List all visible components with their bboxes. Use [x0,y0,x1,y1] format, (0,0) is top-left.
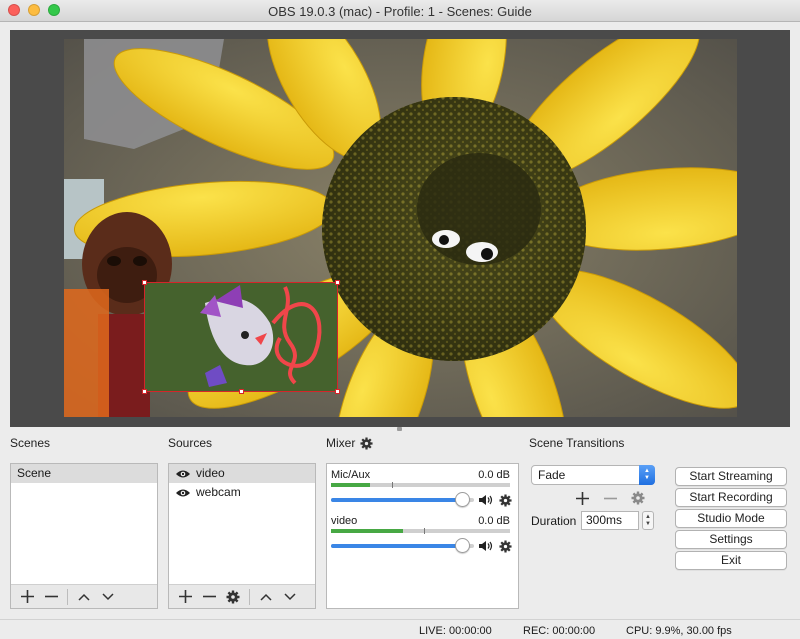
chevron-down-icon [102,592,114,600]
toolbar-divider [249,588,250,605]
scenes-list[interactable]: Scene [10,463,158,609]
speaker-icon [478,495,492,505]
preview-area [10,30,790,427]
source-properties-button[interactable] [221,586,245,608]
selection-handle[interactable] [142,389,147,394]
sources-label: Sources [168,436,213,450]
channel-name: Mic/Aux [331,469,371,481]
volume-slider-fill [331,498,463,502]
scene-item-label: Scene [17,466,52,480]
mixer-channel-mic: Mic/Aux 0.0 dB [331,469,514,508]
move-scene-up-button[interactable] [72,586,96,608]
volume-slider-knob[interactable] [455,492,471,507]
cpu-status: CPU: 9.9%, 30.00 fps [626,625,732,637]
remove-scene-button[interactable] [39,586,63,608]
add-scene-button[interactable] [15,586,39,608]
remove-transition-button[interactable] [596,487,624,509]
duration-input[interactable]: 300ms [581,511,639,530]
scenes-label: Scenes [10,436,51,450]
studio-mode-button[interactable]: Studio Mode [675,509,787,528]
add-transition-button[interactable] [568,487,596,509]
window-titlebar: OBS 19.0.3 (mac) - Profile: 1 - Scenes: … [0,0,800,22]
minus-icon [44,595,58,598]
channel-settings-button[interactable] [496,492,514,508]
speaker-icon [478,541,492,551]
eye-icon[interactable] [175,469,191,479]
transition-select-value: Fade [538,468,566,482]
start-streaming-button[interactable]: Start Streaming [675,467,787,486]
channel-settings-button[interactable] [496,538,514,554]
settings-button[interactable]: Settings [675,530,787,549]
mute-button[interactable] [476,492,494,508]
chevron-down-icon [284,592,296,600]
selection-handle[interactable] [142,280,147,285]
channel-name: video [331,515,358,527]
mute-button[interactable] [476,538,494,554]
gear-icon[interactable] [360,436,373,450]
minus-icon [202,595,216,598]
live-status: LIVE: 00:00:00 [419,625,492,637]
volume-slider-knob[interactable] [455,538,471,553]
mixer-label: Mixer [326,436,356,450]
gear-icon [498,493,512,507]
mixer-channel-video: video 0.0 dB [331,515,514,554]
channel-level: 0.0 dB [478,515,510,527]
add-source-button[interactable] [173,586,197,608]
scene-transitions-label: Scene Transitions [529,436,625,450]
sources-list[interactable]: video webcam [168,463,316,609]
gear-icon [226,590,240,603]
select-arrows-icon: ▲ ▼ [639,465,655,485]
window-title: OBS 19.0.3 (mac) - Profile: 1 - Scenes: … [268,4,532,19]
toolbar-divider [67,588,68,605]
selection-handle[interactable] [239,389,244,394]
rec-status: REC: 00:00:00 [523,625,596,637]
gear-icon [631,491,645,505]
transition-select[interactable]: Fade ▲ ▼ [531,465,655,485]
duration-label: Duration [531,514,577,528]
move-scene-down-button[interactable] [96,586,120,608]
volume-meter [331,528,510,534]
status-bar: LIVE: 00:00:00 REC: 00:00:00 CPU: 9.9%, … [0,619,800,639]
source-item-webcam[interactable]: webcam [169,483,315,502]
move-source-down-button[interactable] [278,586,302,608]
selection-handle[interactable] [335,280,340,285]
program-preview[interactable] [64,39,737,417]
source-item-label: webcam [196,485,241,499]
exit-button[interactable]: Exit [675,551,787,570]
transition-properties-button[interactable] [624,487,652,509]
selection-handle[interactable] [335,389,340,394]
plus-icon [575,491,589,505]
sources-toolbar [169,584,315,608]
source-item-video[interactable]: video [169,464,315,483]
chevron-up-icon [78,593,90,601]
mixer-panel: Mic/Aux 0.0 dB video 0.0 dB [326,463,519,609]
mixer-header: Mixer [326,436,373,450]
plus-icon [178,590,192,603]
channel-level: 0.0 dB [478,469,510,481]
start-recording-button[interactable]: Start Recording [675,488,787,507]
duration-stepper[interactable]: ▲ ▼ [642,511,654,530]
webcam-source-overlay[interactable] [142,280,340,394]
gear-icon [498,539,512,553]
volume-slider[interactable] [331,538,474,553]
move-source-up-button[interactable] [254,586,278,608]
eye-icon[interactable] [175,488,191,498]
volume-meter [331,482,510,488]
minus-icon [603,497,617,499]
volume-slider[interactable] [331,492,474,507]
plus-icon [20,590,34,603]
preview-resize-handle[interactable] [397,427,402,431]
scenes-toolbar [11,584,157,608]
chevron-up-icon [260,593,272,601]
transition-toolbar [568,487,652,509]
source-item-label: video [196,466,225,480]
volume-slider-fill [331,544,463,548]
scene-item[interactable]: Scene [11,464,157,483]
remove-source-button[interactable] [197,586,221,608]
